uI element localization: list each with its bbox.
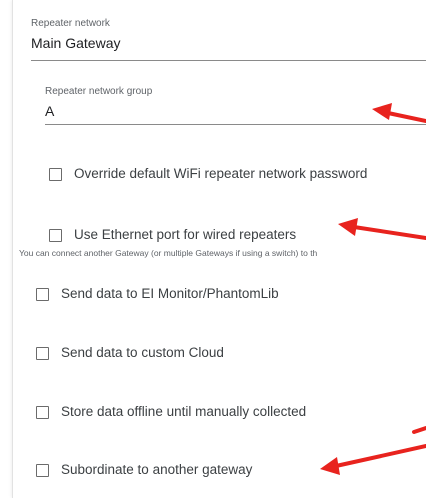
- repeater-network-group-label: Repeater network group: [45, 86, 153, 97]
- repeater-network-field[interactable]: Repeater network Main Gateway: [31, 18, 426, 62]
- store-offline-option[interactable]: Store data offline until manually collec…: [36, 403, 306, 421]
- override-password-checkbox[interactable]: [49, 167, 62, 181]
- subordinate-option[interactable]: Subordinate to another gateway: [36, 461, 252, 479]
- repeater-network-group-field[interactable]: Repeater network group A: [45, 86, 426, 126]
- settings-panel: Repeater network Main Gateway Repeater n…: [12, 0, 426, 498]
- settings-page: Repeater network Main Gateway Repeater n…: [0, 0, 426, 498]
- send-custom-cloud-checkbox[interactable]: [36, 346, 49, 360]
- repeater-network-label: Repeater network: [31, 18, 110, 29]
- use-ethernet-label: Use Ethernet port for wired repeaters: [74, 227, 297, 242]
- override-password-option[interactable]: Override default WiFi repeater network p…: [49, 165, 367, 183]
- use-ethernet-checkbox[interactable]: [49, 228, 62, 242]
- subordinate-checkbox[interactable]: [36, 463, 49, 477]
- repeater-network-value: Main Gateway: [31, 35, 121, 51]
- ethernet-hint-text: You can connect another Gateway (or mult…: [19, 248, 318, 258]
- repeater-network-group-value: A: [45, 103, 55, 119]
- override-password-label: Override default WiFi repeater network p…: [74, 166, 368, 181]
- send-custom-cloud-label: Send data to custom Cloud: [61, 345, 224, 360]
- send-ei-monitor-label: Send data to EI Monitor/PhantomLib: [61, 286, 279, 301]
- subordinate-label: Subordinate to another gateway: [61, 462, 253, 477]
- use-ethernet-option[interactable]: Use Ethernet port for wired repeaters: [49, 226, 296, 244]
- store-offline-checkbox[interactable]: [36, 405, 49, 419]
- send-ei-monitor-checkbox[interactable]: [36, 287, 49, 301]
- store-offline-label: Store data offline until manually collec…: [61, 404, 307, 419]
- send-ei-monitor-option[interactable]: Send data to EI Monitor/PhantomLib: [36, 285, 279, 303]
- repeater-network-group-underline: [45, 124, 426, 125]
- send-custom-cloud-option[interactable]: Send data to custom Cloud: [36, 344, 224, 362]
- repeater-network-underline: [31, 60, 426, 61]
